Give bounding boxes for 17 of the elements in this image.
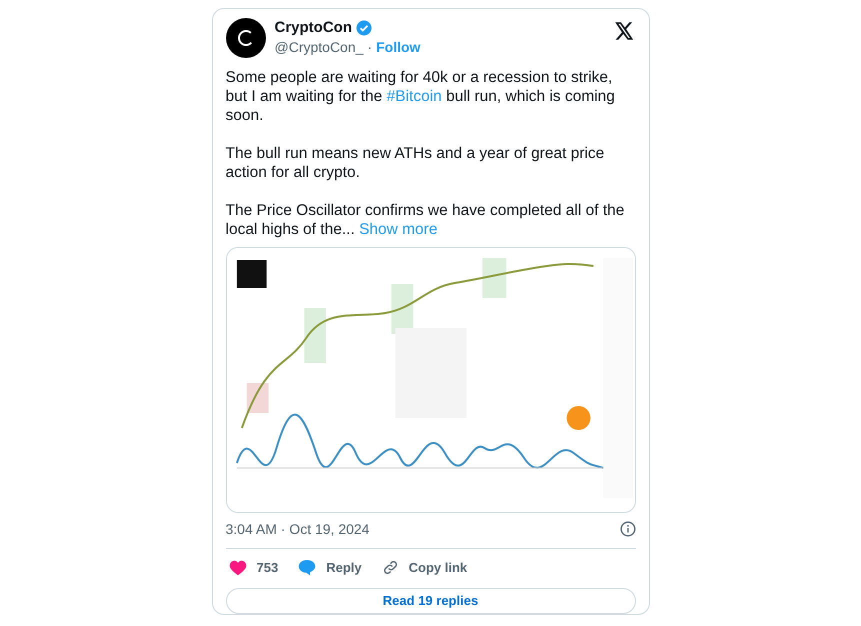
info-icon[interactable] xyxy=(620,521,636,538)
avatar-icon[interactable] xyxy=(226,18,266,58)
author-name[interactable]: CryptoCon xyxy=(274,18,352,38)
author-handle[interactable]: @CryptoCon_ xyxy=(274,38,364,56)
read-replies-button[interactable]: Read 19 replies xyxy=(226,588,636,614)
speech-bubble-icon xyxy=(298,559,316,576)
heart-icon xyxy=(228,560,246,576)
tweet-text: The bull run means new ATHs and a year of great price action for all crypto. xyxy=(226,144,606,182)
timestamp[interactable]: 3:04 AM · Oct 19, 2024 xyxy=(226,518,370,540)
x-logo-icon[interactable] xyxy=(614,22,634,40)
copy-link-button[interactable]: Copy link xyxy=(382,558,468,578)
tweet-text: The Price Oscillator confirms we have completed all of the local highs of the... Show more xyxy=(226,201,626,239)
reply-button[interactable]: Reply xyxy=(298,558,362,578)
link-icon xyxy=(382,559,399,576)
like-button[interactable]: 753 xyxy=(228,558,278,578)
separator-dot: · xyxy=(367,38,372,56)
tweet-text: Some people are waiting for 40k or a recession to strike, but I am waiting for the #Bitcoin bull run, which is coming soon. xyxy=(226,68,616,125)
